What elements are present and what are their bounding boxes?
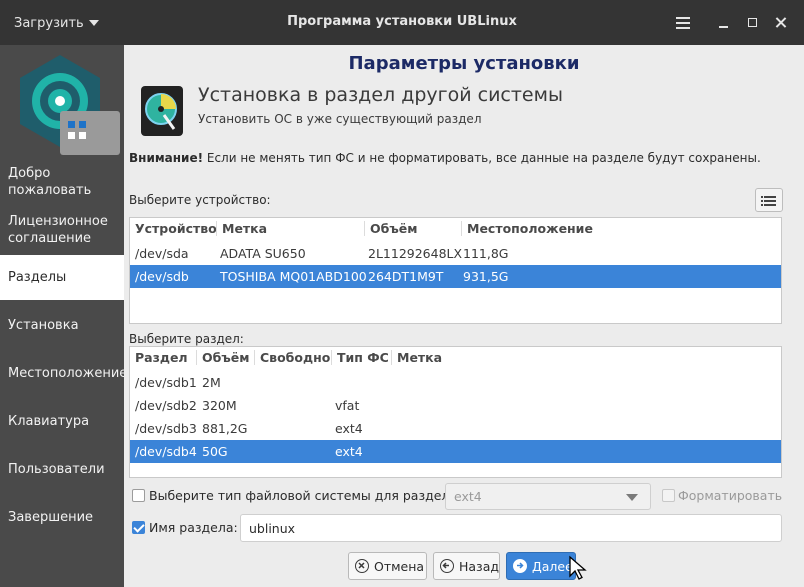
column-header[interactable]: Объём xyxy=(364,221,417,236)
sidebar-item-label: Завершение xyxy=(8,509,94,525)
back-button[interactable]: Назад xyxy=(433,552,500,580)
next-button[interactable]: Далее xyxy=(506,552,576,580)
back-label: Назад xyxy=(458,558,499,574)
table-row[interactable]: /dev/sdb3 881,2G ext4 xyxy=(130,417,781,440)
partition-name-label: Имя раздела: xyxy=(149,520,238,535)
cell-volume: 2L11292648LX xyxy=(368,246,463,261)
sidebar-item-label: Пользователи xyxy=(8,461,105,477)
sidebar-item-welcome[interactable]: Добро пожаловать xyxy=(0,161,124,203)
table-row[interactable]: /dev/sda ADATA SU650 2L11292648LX 111,8G xyxy=(130,242,781,265)
sidebar-item-label: Добро пожаловать xyxy=(8,166,92,198)
sidebar-item-license[interactable]: Лицензионное соглашение xyxy=(0,209,124,251)
sidebar-item-label: Разделы xyxy=(8,270,67,285)
sidebar-item-label: Клавиатура xyxy=(8,413,90,429)
section-title: Установка в раздел другой системы xyxy=(198,84,563,106)
cell-label: TOSHIBA MQ01ABD100 xyxy=(220,269,367,284)
sidebar: Добро пожаловать Лицензионное соглашение… xyxy=(0,45,128,587)
main-panel: Параметры установки Установка в раздел д… xyxy=(124,45,804,587)
fs-type-value: ext4 xyxy=(454,489,482,504)
partition-name-input[interactable]: ublinux xyxy=(240,514,782,542)
cell-device: /dev/sda xyxy=(135,246,189,261)
cell-fs: ext4 xyxy=(335,444,363,459)
list-view-icon[interactable] xyxy=(755,188,783,212)
cell-location: 931,5G xyxy=(463,269,509,284)
table-row[interactable]: /dev/sdb4 50G ext4 xyxy=(130,440,781,463)
cell-volume: 881,2G xyxy=(202,421,248,436)
chevron-down-icon xyxy=(626,494,638,501)
next-label: Далее xyxy=(532,558,573,574)
table-row[interactable]: /dev/sdb2 320M vfat xyxy=(130,394,781,417)
mouse-cursor-icon xyxy=(569,555,587,580)
cell-partition: /dev/sdb4 xyxy=(135,444,197,459)
close-icon[interactable] xyxy=(770,12,792,34)
maximize-icon[interactable] xyxy=(742,12,764,34)
partition-name-checkbox[interactable] xyxy=(132,521,145,534)
warning-strong: Внимание! xyxy=(129,151,204,165)
sidebar-item-install[interactable]: Установка xyxy=(0,311,124,339)
column-header[interactable]: Устройство xyxy=(130,221,217,236)
sidebar-item-location[interactable]: Местоположение xyxy=(0,359,128,387)
device-table-header: Устройство Метка Объём Местоположение xyxy=(130,218,781,241)
format-label: Форматировать xyxy=(678,488,783,503)
partition-table-header: Раздел Объём Свободно Тип ФС Метка xyxy=(130,347,781,370)
hamburger-menu-icon[interactable] xyxy=(672,12,694,34)
cell-partition: /dev/sdb3 xyxy=(135,421,197,436)
fs-type-label: Выберите тип файловой системы для раздел… xyxy=(149,488,458,503)
column-header[interactable]: Объём xyxy=(196,350,249,365)
sidebar-item-label: Установка xyxy=(8,317,79,333)
sidebar-item-finish[interactable]: Завершение xyxy=(0,503,124,531)
cell-partition: /dev/sdb1 xyxy=(135,375,197,390)
cancel-button[interactable]: Отмена xyxy=(348,552,427,580)
column-header[interactable]: Местоположение xyxy=(461,221,593,236)
cell-volume: 264DT1M9T xyxy=(368,269,444,284)
fs-type-select[interactable]: ext4 xyxy=(445,483,651,510)
sidebar-item-partitions[interactable]: Разделы xyxy=(0,255,124,300)
sidebar-item-label: Местоположение xyxy=(8,365,128,381)
warning-text: Внимание! Если не менять тип ФС и не фор… xyxy=(129,150,779,167)
cell-device: /dev/sdb xyxy=(135,269,189,284)
sidebar-item-label: Лицензионное соглашение xyxy=(8,214,108,246)
cell-location: 111,8G xyxy=(463,246,509,261)
cell-volume: 2M xyxy=(202,375,221,390)
column-header[interactable]: Свободно xyxy=(254,350,330,365)
fs-type-checkbox[interactable] xyxy=(132,489,145,502)
section-subtitle: Установить ОС в уже существующий раздел xyxy=(198,112,482,126)
cell-partition: /dev/sdb2 xyxy=(135,398,197,413)
device-label: Выберите устройство: xyxy=(129,193,271,207)
arrow-left-icon xyxy=(440,559,454,573)
table-row[interactable]: /dev/sdb TOSHIBA MQ01ABD100 264DT1M9T 93… xyxy=(130,265,781,288)
partition-label: Выберите раздел: xyxy=(129,332,244,346)
page-title: Параметры установки xyxy=(348,53,580,74)
warning-body: Если не менять тип ФС и не форматировать… xyxy=(203,151,761,165)
partition-table[interactable]: Раздел Объём Свободно Тип ФС Метка /dev/… xyxy=(129,346,782,478)
sidebar-item-users[interactable]: Пользователи xyxy=(0,455,124,483)
table-row[interactable]: /dev/sdb1 2M xyxy=(130,371,781,394)
sidebar-item-keyboard[interactable]: Клавиатура xyxy=(0,407,124,435)
device-table[interactable]: Устройство Метка Объём Местоположение /d… xyxy=(129,217,782,324)
cancel-icon xyxy=(355,559,369,573)
cancel-label: Отмена xyxy=(374,558,425,574)
column-header[interactable]: Метка xyxy=(216,221,267,236)
column-header[interactable]: Метка xyxy=(391,350,442,365)
cell-volume: 320M xyxy=(202,398,237,413)
column-header[interactable]: Тип ФС xyxy=(331,350,389,365)
arrow-right-icon xyxy=(513,559,527,573)
format-checkbox[interactable] xyxy=(662,489,675,502)
minimize-icon[interactable] xyxy=(713,12,735,34)
partition-name-value: ublinux xyxy=(249,521,296,536)
hard-disk-icon xyxy=(141,86,183,136)
cell-fs: vfat xyxy=(335,398,360,413)
title-bar: Загрузить Программа установки UBLinux xyxy=(0,0,804,45)
cell-volume: 50G xyxy=(202,444,228,459)
cell-label: ADATA SU650 xyxy=(220,246,306,261)
cell-fs: ext4 xyxy=(335,421,363,436)
ublinux-logo xyxy=(20,55,120,155)
column-header[interactable]: Раздел xyxy=(130,350,188,365)
